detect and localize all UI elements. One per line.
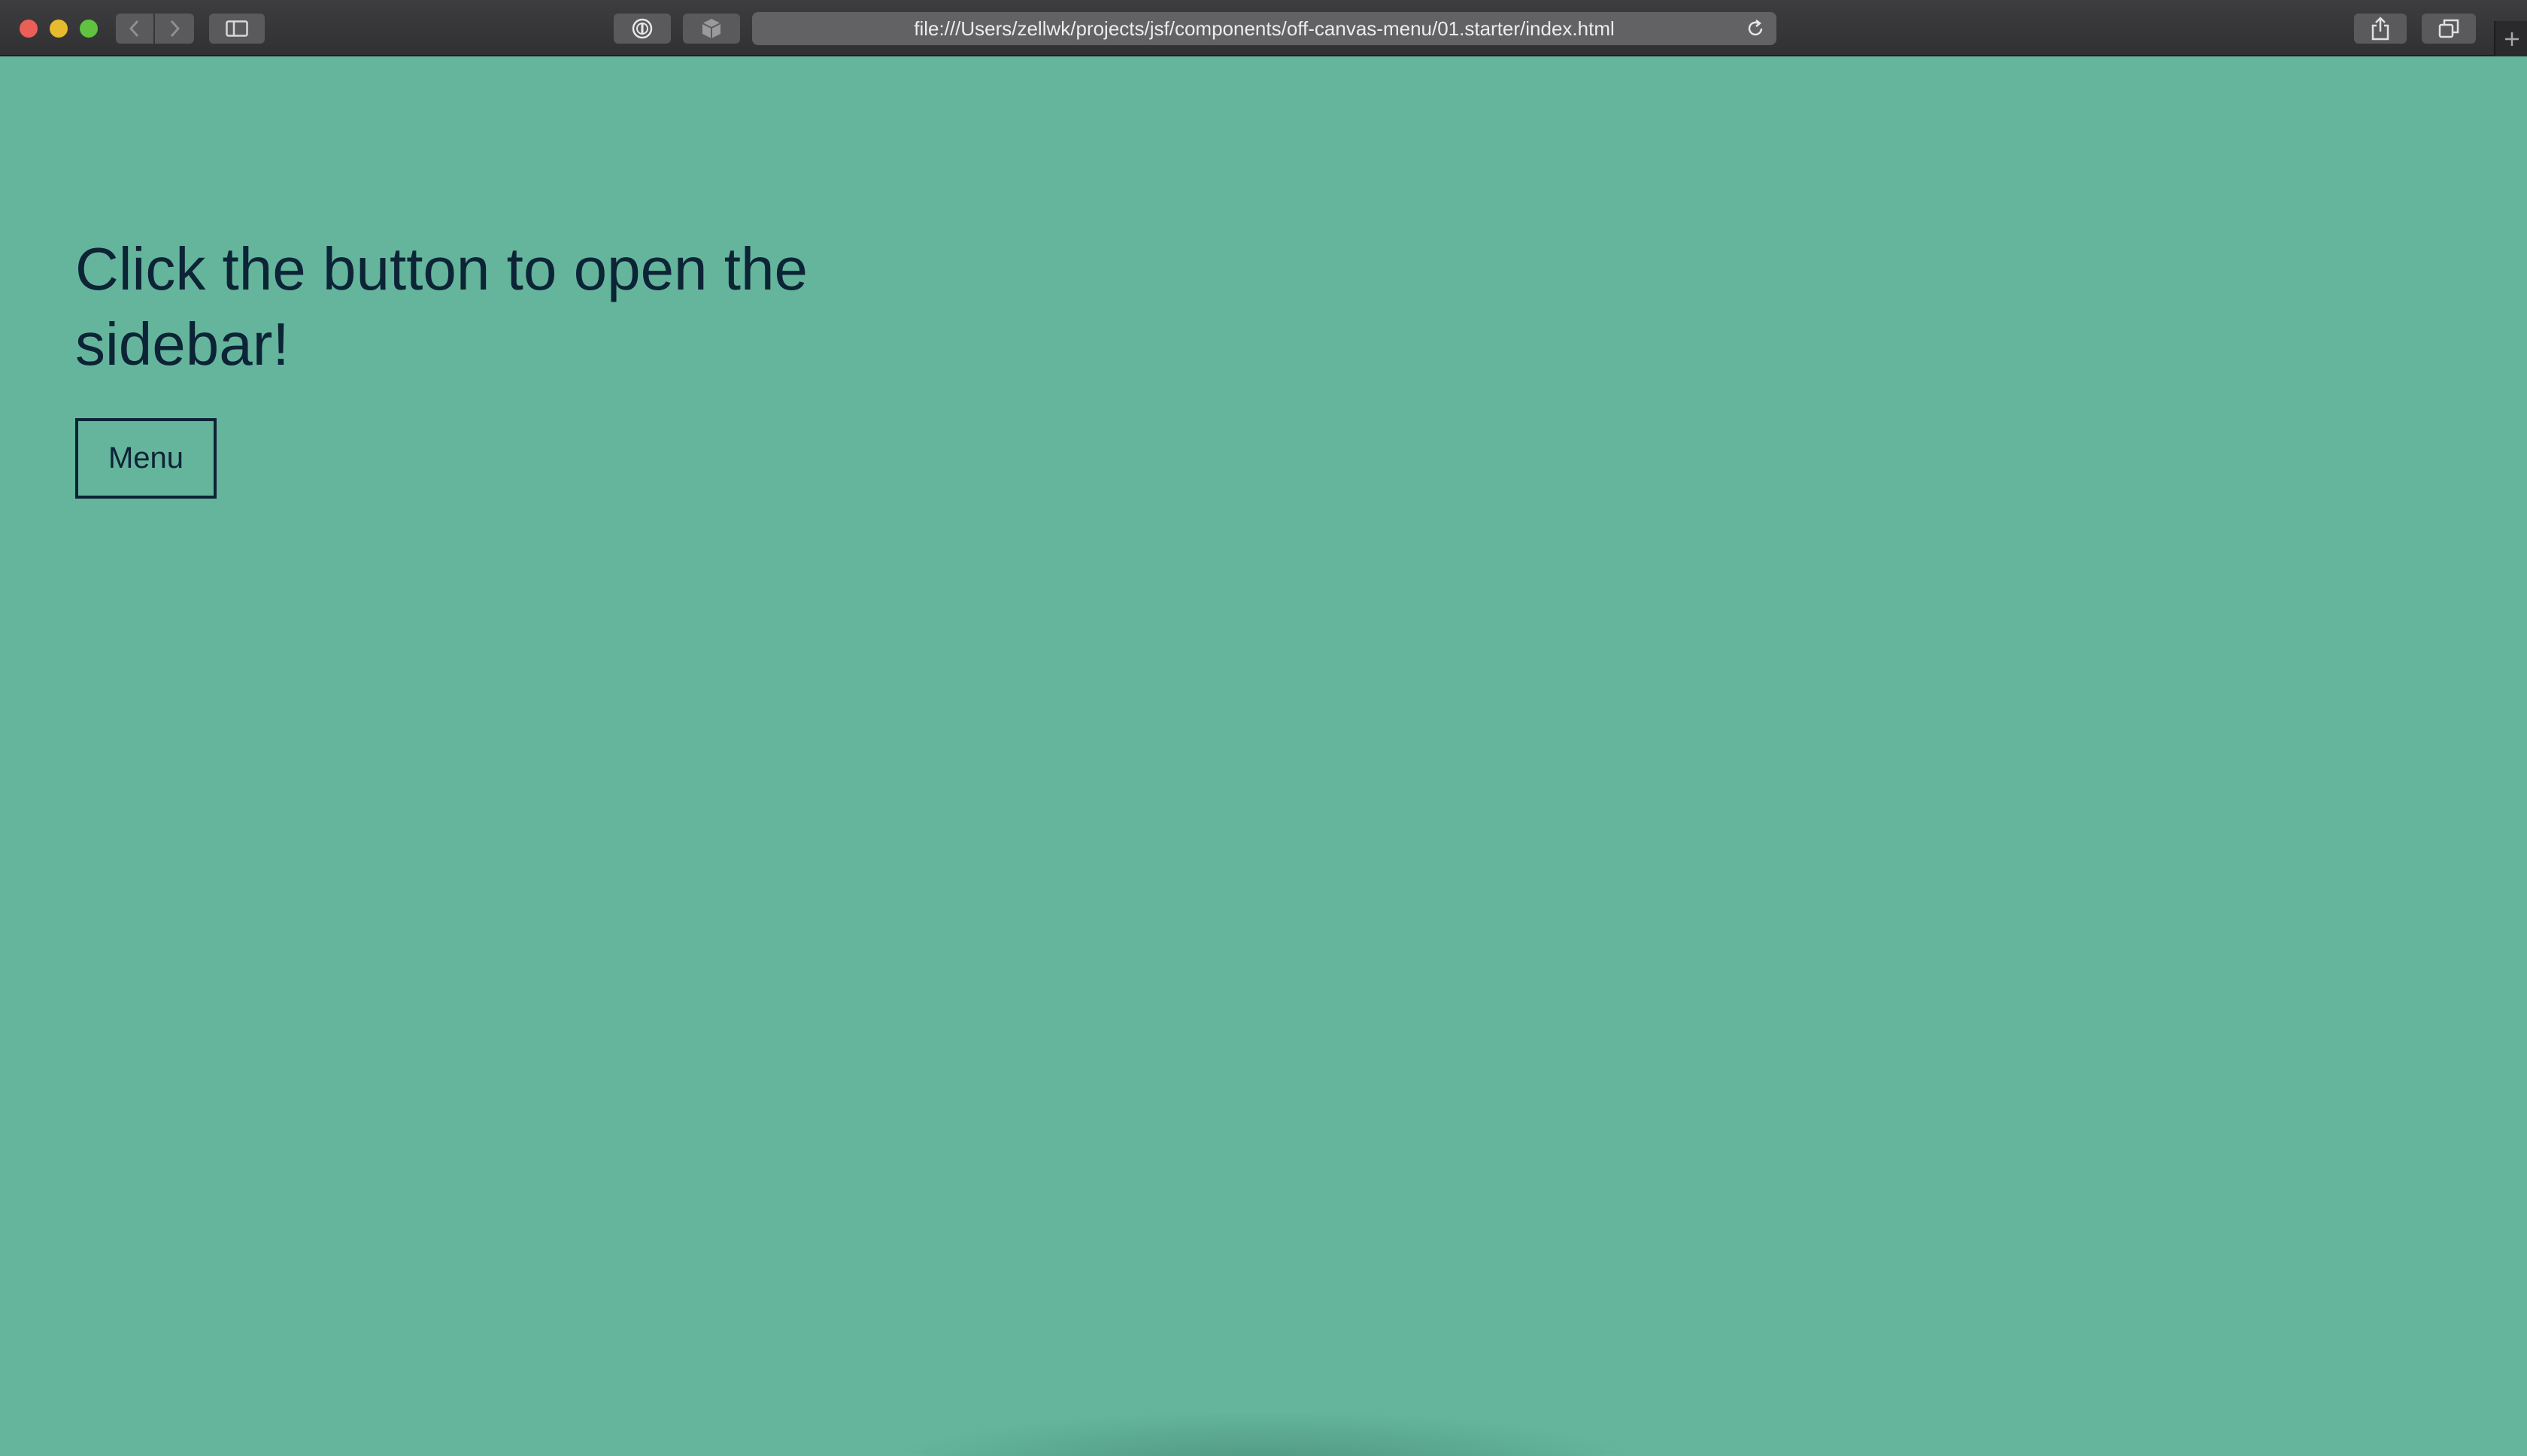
share-button[interactable] [2354,14,2407,44]
page-heading: Click the button to open the sidebar! [75,235,808,378]
zoom-window-button[interactable] [80,20,98,38]
browser-toolbar: file:///Users/zellwk/projects/jsf/compon… [0,0,2527,56]
bottom-shadow [872,1410,1655,1456]
share-icon [2371,17,2389,41]
menu-button[interactable]: Menu [75,418,217,499]
chevron-left-icon [129,20,139,38]
forward-button[interactable] [155,14,194,44]
plus-icon [2505,32,2519,46]
minimize-window-button[interactable] [50,20,68,38]
reload-icon[interactable] [1745,18,1766,39]
sidebar-icon [226,20,248,37]
chevron-right-icon [170,20,180,38]
address-bar[interactable]: file:///Users/zellwk/projects/jsf/compon… [752,12,1776,45]
tab-overview-icon [2438,19,2459,38]
show-sidebar-button[interactable] [209,14,265,44]
page-content: Click the button to open the sidebar! Me… [0,56,2527,1456]
new-tab-button[interactable] [2494,21,2527,56]
address-text: file:///Users/zellwk/projects/jsf/compon… [914,17,1615,40]
password-manager-icon [632,18,653,39]
back-button[interactable] [116,14,153,44]
close-window-button[interactable] [20,20,38,38]
extension-button[interactable] [683,14,740,44]
password-manager-button[interactable] [614,14,671,44]
tab-overview-button[interactable] [2422,14,2476,44]
cube-icon [702,19,721,38]
